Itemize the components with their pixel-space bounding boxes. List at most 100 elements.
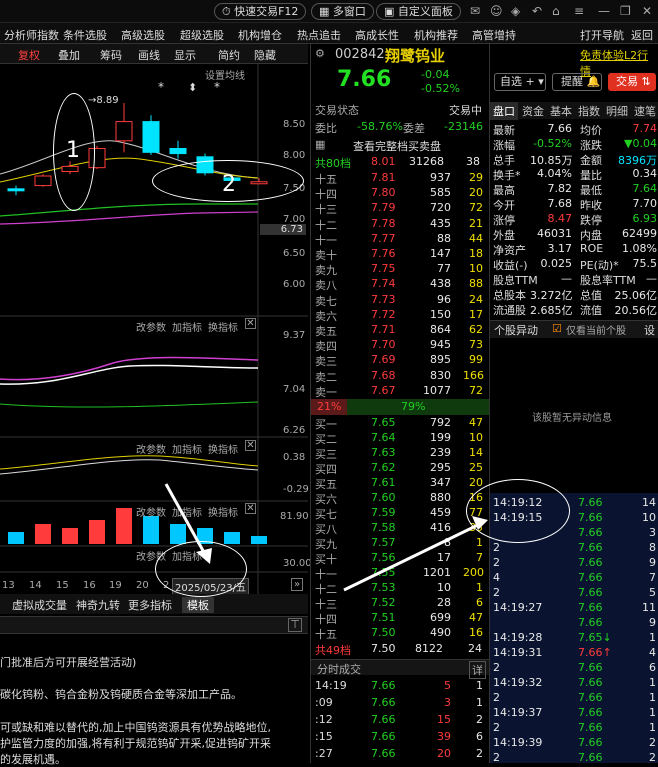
restore-icon[interactable]: ❐: [620, 4, 631, 18]
bid-row[interactable]: 买八 7.58 416 35: [311, 520, 489, 536]
settings-gear-icon[interactable]: ⚙: [315, 47, 325, 60]
menu-inst-add[interactable]: 机构增仓: [238, 27, 282, 43]
x-label-19: 19: [109, 580, 122, 591]
tab-funds[interactable]: 资金: [522, 103, 544, 119]
bid-row[interactable]: 买二 7.64 199 10: [311, 430, 489, 446]
menu-back[interactable]: 返回: [631, 27, 653, 43]
ask-row[interactable]: 卖三 7.69 895 99: [311, 352, 489, 368]
panel3-close-icon[interactable]: ✕: [245, 440, 256, 451]
bid-row[interactable]: 十一 7.55 1201 200: [311, 565, 489, 581]
tab-virtual-volume[interactable]: 虚拟成交量: [12, 597, 67, 613]
tab-speed[interactable]: 速笔: [634, 103, 656, 119]
ask-row[interactable]: 卖九 7.75 77 10: [311, 261, 489, 277]
hide-button[interactable]: 隐藏: [254, 47, 276, 63]
display-button[interactable]: 显示: [174, 47, 196, 63]
panel4-close-icon[interactable]: ✕: [245, 503, 256, 514]
tab-order-book[interactable]: 盘口: [490, 102, 518, 120]
fast-trade-button[interactable]: ⏱ 快速交易F12: [214, 3, 307, 20]
alert-button[interactable]: 提醒 🔔: [552, 73, 602, 91]
bid-row[interactable]: 买六 7.60 880 16: [311, 490, 489, 506]
tick-detail-button[interactable]: 详: [469, 661, 486, 679]
pin-icon[interactable]: ⊤: [288, 618, 302, 632]
menu-inst-recommend[interactable]: 机构推荐: [414, 27, 458, 43]
ask-row[interactable]: 十二 7.78 435 21: [311, 216, 489, 232]
panel3-add-button[interactable]: 加指标: [172, 441, 202, 456]
bid-row[interactable]: 十四 7.51 699 47: [311, 610, 489, 626]
panel4-add-button[interactable]: 加指标: [172, 504, 202, 519]
menu-advanced-select[interactable]: 高级选股: [121, 27, 165, 43]
menu-hot-spot[interactable]: 热点追击: [297, 27, 341, 43]
only-current-checkbox[interactable]: ☑: [552, 322, 562, 335]
panel3-switch-button[interactable]: 换指标: [208, 441, 238, 456]
volume-bar: [251, 536, 267, 544]
panel2-close-icon[interactable]: ✕: [245, 318, 256, 329]
ask-total-vol: 31268: [409, 155, 444, 168]
menu-condition-select[interactable]: 条件选股: [63, 27, 107, 43]
tick-price: 7.66: [371, 679, 396, 692]
menu-high-growth[interactable]: 高成长性: [355, 27, 399, 43]
panel3-params-button[interactable]: 改参数: [136, 441, 166, 456]
panel2-add-button[interactable]: 加指标: [172, 319, 202, 334]
menu-open-nav[interactable]: 打开导航: [580, 27, 624, 43]
bid-row[interactable]: 买五 7.61 347 20: [311, 475, 489, 491]
tab-more-indicators[interactable]: 更多指标: [128, 597, 172, 613]
adjust-button[interactable]: 复权: [18, 47, 40, 63]
bid-row[interactable]: 十五 7.50 490 16: [311, 625, 489, 641]
kline-chart-area[interactable]: →8.89 * ⬍ * 设置均线 8.50 8.00 7.50 7.00 6.7…: [0, 64, 312, 595]
ask-row[interactable]: 十四 7.80 585 20: [311, 185, 489, 201]
ask-row[interactable]: 卖一 7.67 1077 72: [311, 383, 489, 399]
right-tick-row: 14:19:31 7.66↑ 4: [490, 645, 658, 660]
shirt-icon[interactable]: ⌂: [552, 4, 560, 18]
close-icon[interactable]: ✕: [642, 4, 652, 18]
back-icon[interactable]: ↶: [532, 4, 542, 18]
bid-row[interactable]: 买一 7.65 792 47: [311, 415, 489, 431]
bid-row[interactable]: 买七 7.59 459 77: [311, 505, 489, 521]
bid-row[interactable]: 买十 7.56 17 7: [311, 550, 489, 566]
menu-super-select[interactable]: 超级选股: [180, 27, 224, 43]
minimize-icon[interactable]: —: [598, 4, 610, 18]
panel2-params-button[interactable]: 改参数: [136, 319, 166, 334]
full-book-link[interactable]: 查看完整档买卖盘: [353, 138, 441, 154]
ask-row[interactable]: 十五 7.81 937 29: [311, 170, 489, 186]
tab-magic-nine[interactable]: 神奇九转: [76, 597, 120, 613]
message-icon[interactable]: ✉: [470, 4, 480, 18]
panel4-switch-button[interactable]: 换指标: [208, 504, 238, 519]
skin-icon[interactable]: ◈: [511, 4, 520, 18]
bid-row[interactable]: 买三 7.63 239 14: [311, 445, 489, 461]
ask-row[interactable]: 卖四 7.70 945 73: [311, 337, 489, 353]
tab-detail[interactable]: 明细: [606, 103, 628, 119]
overlay-button[interactable]: 叠加: [58, 47, 80, 63]
bid-row[interactable]: 十三 7.52 28 6: [311, 595, 489, 611]
menu-exec-increase[interactable]: 高管增持: [472, 27, 516, 43]
bid-row[interactable]: 买四 7.62 295 25: [311, 460, 489, 476]
menu-analyst-index[interactable]: 分析师指数: [4, 27, 59, 43]
watchlist-button[interactable]: 自选 + ▾: [494, 73, 546, 91]
ask-row[interactable]: 卖七 7.73 96 24: [311, 292, 489, 308]
user-icon[interactable]: ☺: [490, 4, 503, 18]
ask-row[interactable]: 卖五 7.71 864 62: [311, 322, 489, 338]
candle-body: [7, 188, 25, 192]
menu-icon[interactable]: ≡: [574, 4, 584, 18]
panel2-switch-button[interactable]: 换指标: [208, 319, 238, 334]
ask-row[interactable]: 卖八 7.74 438 88: [311, 276, 489, 292]
ask-row[interactable]: 十一 7.77 88 44: [311, 231, 489, 247]
ask-row[interactable]: 卖十 7.76 147 18: [311, 246, 489, 262]
ma-settings-label[interactable]: 设置均线: [205, 67, 245, 82]
trade-button[interactable]: 交易 ⇅: [608, 73, 656, 91]
multi-window-button[interactable]: ▦ 多窗口: [311, 3, 374, 20]
tab-template[interactable]: 模板: [182, 597, 214, 613]
scroll-right-icon[interactable]: »: [291, 578, 304, 591]
draw-button[interactable]: 画线: [138, 47, 160, 63]
ask-row[interactable]: 卖六 7.72 150 17: [311, 307, 489, 323]
ask-row[interactable]: 卖二 7.68 830 166: [311, 368, 489, 384]
abnormal-settings-button[interactable]: 设: [644, 322, 655, 338]
chips-button[interactable]: 筹码: [100, 47, 122, 63]
tab-index[interactable]: 指数: [578, 103, 600, 119]
ask-row[interactable]: 十三 7.79 720 72: [311, 200, 489, 216]
custom-panel-button[interactable]: ▣ 自定义面板: [376, 3, 461, 20]
panel4-params-button[interactable]: 改参数: [136, 504, 166, 519]
bid-row[interactable]: 买九 7.57 8 1: [311, 535, 489, 551]
bid-row[interactable]: 十二 7.53 10 1: [311, 580, 489, 596]
tab-basic[interactable]: 基本: [550, 103, 572, 119]
simple-button[interactable]: 简约: [218, 47, 240, 63]
